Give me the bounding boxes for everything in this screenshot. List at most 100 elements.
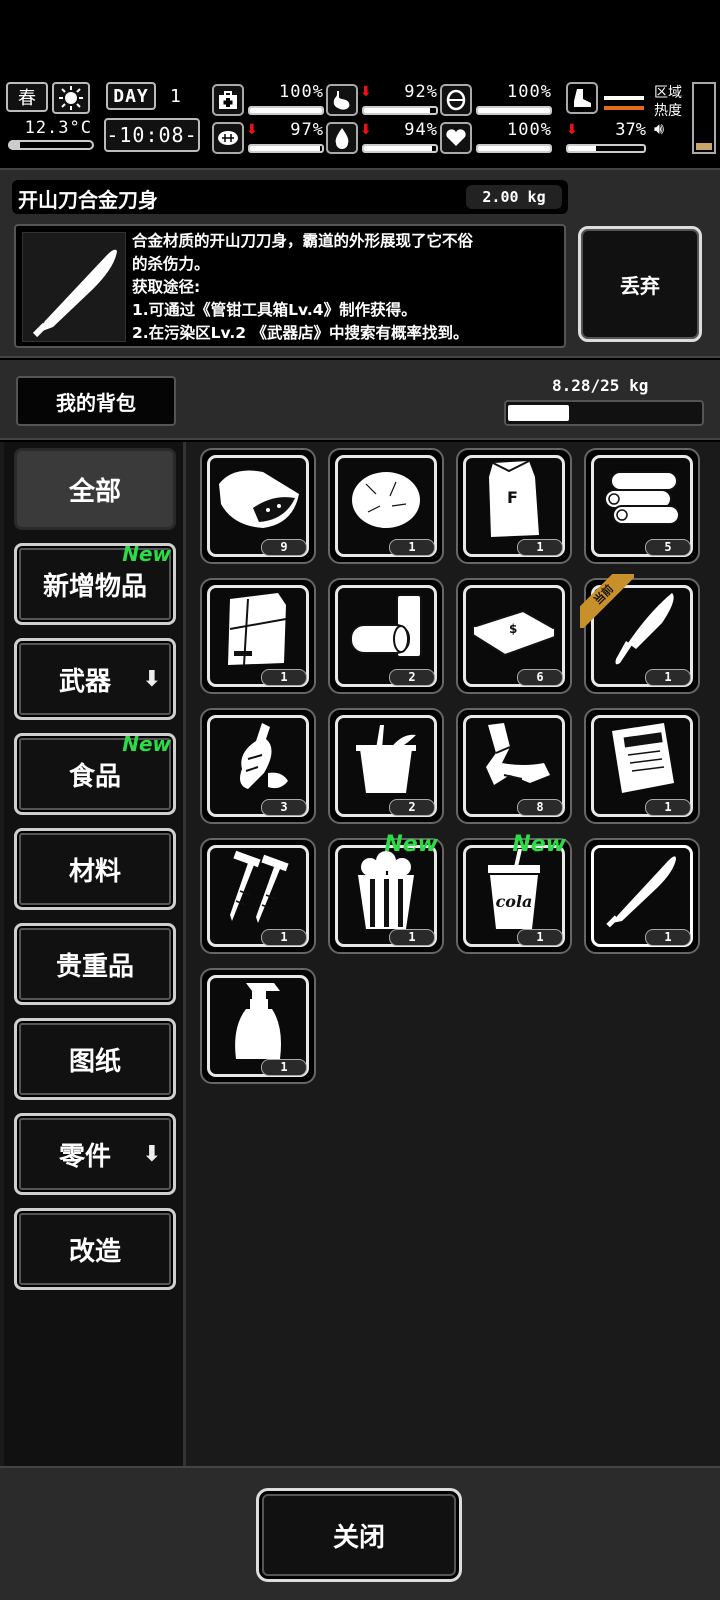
new-badge: New	[122, 542, 171, 566]
stat-value: 100%	[507, 82, 552, 102]
decrease-arrow-icon: ⬇	[360, 84, 372, 100]
brain-icon	[212, 122, 244, 154]
inventory-slot[interactable]: 2	[328, 578, 444, 694]
zone-heat-label: 区域 热度 🔊︎	[654, 84, 694, 138]
category-label: 全部	[68, 476, 121, 507]
category-label: 武器	[58, 666, 111, 697]
stat-bar	[362, 144, 438, 153]
inventory-slot[interactable]: 1	[584, 838, 700, 954]
stat-hunger: ⬇ 92%	[326, 82, 438, 118]
helmet-icon	[440, 84, 472, 116]
category-tab[interactable]: 武器 ⬇	[14, 638, 176, 720]
arrow-down-icon: ⬇	[142, 1142, 161, 1167]
inventory-slot[interactable]: 8	[456, 708, 572, 824]
inventory-slot[interactable]: 1	[584, 708, 700, 824]
item-title-bar: 开山刀合金刀身 2.00 kg	[12, 180, 568, 214]
cola-cup-icon: cola	[466, 846, 562, 932]
season-badge: 春	[6, 82, 48, 112]
category-tab[interactable]: 图纸	[14, 1018, 176, 1100]
new-badge: New	[384, 832, 438, 857]
item-count: 1	[645, 929, 691, 946]
scrap-metal-icon	[466, 716, 562, 802]
inventory-slot[interactable]: 1	[328, 448, 444, 564]
sun-icon	[52, 82, 90, 114]
description-line: 合金材质的开山刀刀身，霸道的外形展现了它不俗	[132, 232, 474, 250]
decrease-arrow-icon: ⬇	[246, 122, 258, 138]
new-badge: New	[122, 732, 171, 756]
item-description-box: 合金材质的开山刀刀身，霸道的外形展现了它不俗 的杀伤力。 获取途径: 1.可通过《管钳…	[14, 224, 566, 348]
arrow-down-icon: ⬇	[142, 667, 161, 692]
day-label: DAY	[106, 82, 156, 110]
inventory-slot[interactable]: 9	[200, 448, 316, 564]
stat-value: 100%	[279, 82, 324, 102]
spray-bottle-icon	[210, 976, 306, 1062]
crushed-bottle-icon	[210, 716, 306, 802]
item-count: 1	[517, 929, 563, 946]
inventory-slot[interactable]: 1 New	[328, 832, 444, 954]
heart-icon	[440, 122, 472, 154]
backpack-load-bar	[504, 400, 704, 426]
item-weight: 2.00 kg	[466, 185, 562, 209]
thermometer-icon	[8, 140, 94, 150]
stamina-value: 37%	[615, 120, 646, 140]
item-count: 2	[389, 669, 435, 686]
stat-heart: 100%	[440, 120, 552, 156]
inventory-slot[interactable]: 1	[200, 968, 316, 1084]
inventory-slot[interactable]: 3	[200, 708, 316, 824]
inventory-slot[interactable]: 1	[200, 838, 316, 954]
inventory-slot[interactable]: 5	[584, 448, 700, 564]
new-badge: New	[512, 832, 566, 857]
item-count: 1	[389, 539, 435, 556]
category-tab[interactable]: 新增物品 New	[14, 542, 176, 625]
stamina-bar	[566, 144, 646, 153]
category-label: 新增物品	[42, 571, 147, 602]
inventory-slot[interactable]: 1	[200, 578, 316, 694]
temperature-readout: 12.3°C	[24, 118, 92, 138]
description-line: 的杀伤力。	[132, 255, 210, 273]
scrap-panel-icon	[210, 586, 306, 672]
inventory-slot[interactable]: $6	[456, 578, 572, 694]
category-tab[interactable]: 零件 ⬇	[14, 1113, 176, 1195]
decrease-arrow-icon: ⬇	[360, 122, 372, 138]
pipes-icon	[338, 586, 434, 672]
category-tab[interactable]: 材料	[14, 828, 176, 910]
paper-packet-icon	[594, 716, 690, 802]
stat-bar	[248, 144, 324, 153]
category-label: 贵重品	[55, 951, 134, 982]
backpack-weight: 8.28/25 kg	[552, 376, 649, 395]
item-description: 合金材质的开山刀刀身，霸道的外形展现了它不俗 的杀伤力。 获取途径: 1.可通过《管钳…	[132, 230, 558, 345]
description-line: 获取途径:	[132, 278, 201, 296]
svg-text:$: $	[509, 622, 517, 636]
category-tab[interactable]: 全部	[14, 448, 176, 530]
footer-bar: 关闭	[0, 1466, 720, 1600]
inventory-slot[interactable]: F1	[456, 448, 572, 564]
backpack-header: 我的背包 8.28/25 kg	[0, 360, 720, 440]
close-button[interactable]: 关闭	[256, 1488, 462, 1582]
category-tab[interactable]: 食品 New	[14, 732, 176, 815]
inventory-slot[interactable]: 1 当前	[580, 574, 700, 694]
inventory-slot[interactable]: 2	[328, 708, 444, 824]
stat-bar	[362, 106, 438, 115]
category-tab[interactable]: 贵重品	[14, 923, 176, 1005]
speaker-icon[interactable]: 🔊︎	[654, 120, 694, 138]
inventory-slot[interactable]: cola 1 New	[456, 832, 572, 954]
item-name: 开山刀合金刀身	[18, 188, 158, 212]
current-badge: 当前	[580, 574, 634, 628]
item-count: 5	[645, 539, 691, 556]
item-count: 6	[517, 669, 563, 686]
item-count: 1	[645, 799, 691, 816]
game-clock: -10:08-	[104, 118, 200, 152]
backpack-title: 我的背包	[16, 376, 176, 426]
stat-thirst: ⬇ 94%	[326, 120, 438, 156]
decrease-arrow-icon: ⬇	[566, 122, 578, 138]
category-tab[interactable]: 改造	[14, 1208, 176, 1290]
season-label: 春	[18, 88, 36, 109]
logs-icon	[594, 456, 690, 542]
stat-value: 94%	[404, 120, 438, 140]
stat-value: 100%	[507, 120, 552, 140]
stat-value: 97%	[290, 120, 324, 140]
discard-button[interactable]: 丢弃	[578, 226, 702, 342]
category-label: 材料	[68, 856, 121, 887]
description-line: 2.在污染区Lv.2 《武器店》中搜索有概率找到。	[132, 324, 469, 342]
cash-stack-icon: $	[466, 586, 562, 672]
